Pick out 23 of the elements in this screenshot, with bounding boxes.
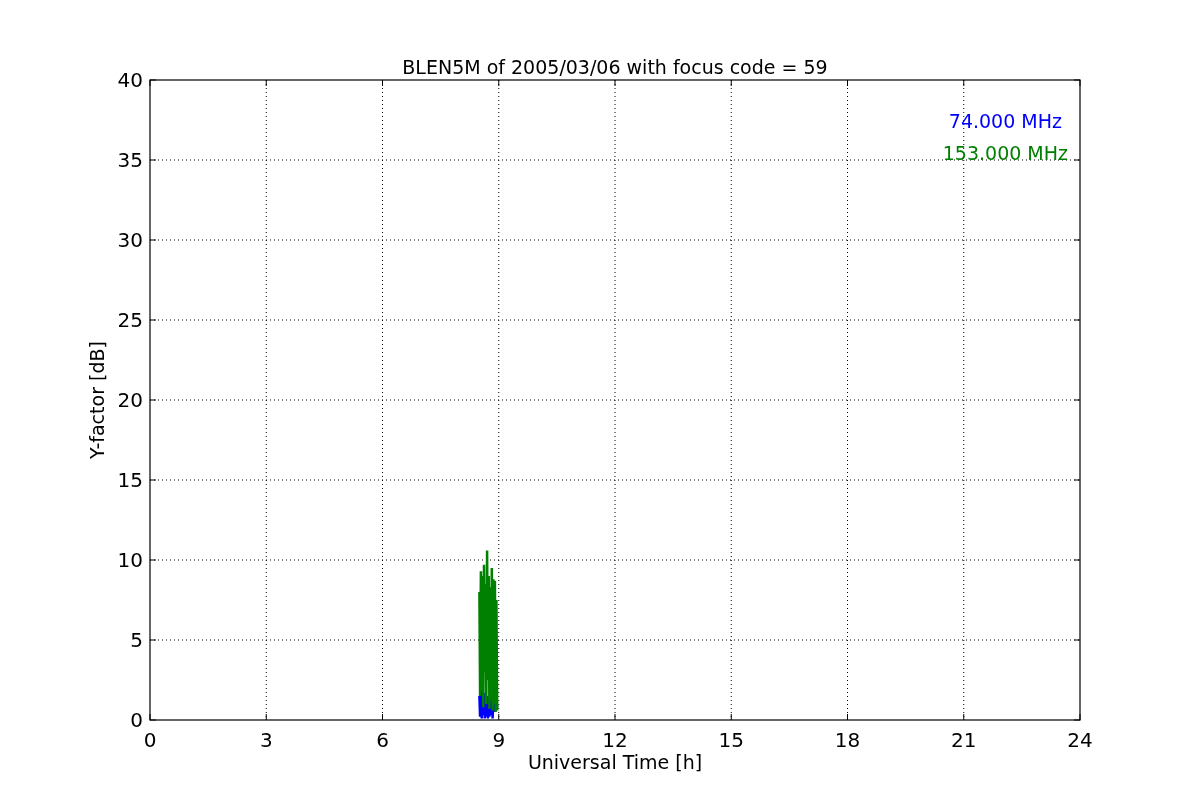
y-tick-label: 30 — [117, 228, 143, 252]
legend-label: 74.000 MHz — [948, 110, 1062, 132]
y-tick-label: 25 — [117, 308, 143, 332]
legend-label: 153.000 MHz — [942, 142, 1068, 164]
x-tick-label: 12 — [602, 728, 628, 752]
y-tick-label: 10 — [117, 548, 143, 572]
y-tick-label: 0 — [130, 708, 143, 732]
x-tick-label: 24 — [1067, 728, 1093, 752]
x-tick-label: 3 — [259, 728, 273, 752]
y-tick-label: 15 — [117, 468, 143, 492]
x-tick-label: 15 — [718, 728, 744, 752]
chart-title: BLEN5M of 2005/03/06 with focus code = 59 — [402, 56, 828, 78]
x-tick-label: 6 — [376, 728, 389, 752]
x-tick-label: 21 — [951, 728, 977, 752]
y-tick-label: 35 — [117, 148, 143, 172]
x-tick-label: 0 — [143, 728, 157, 752]
y-tick-label: 5 — [130, 628, 143, 652]
y-tick-label: 40 — [117, 68, 143, 92]
x-tick-label: 9 — [492, 728, 506, 752]
y-axis-label: Y-factor [dB] — [86, 341, 108, 459]
y-tick-label: 20 — [117, 388, 143, 412]
x-axis-label: Universal Time [h] — [527, 751, 703, 773]
x-tick-label: 18 — [834, 728, 861, 752]
